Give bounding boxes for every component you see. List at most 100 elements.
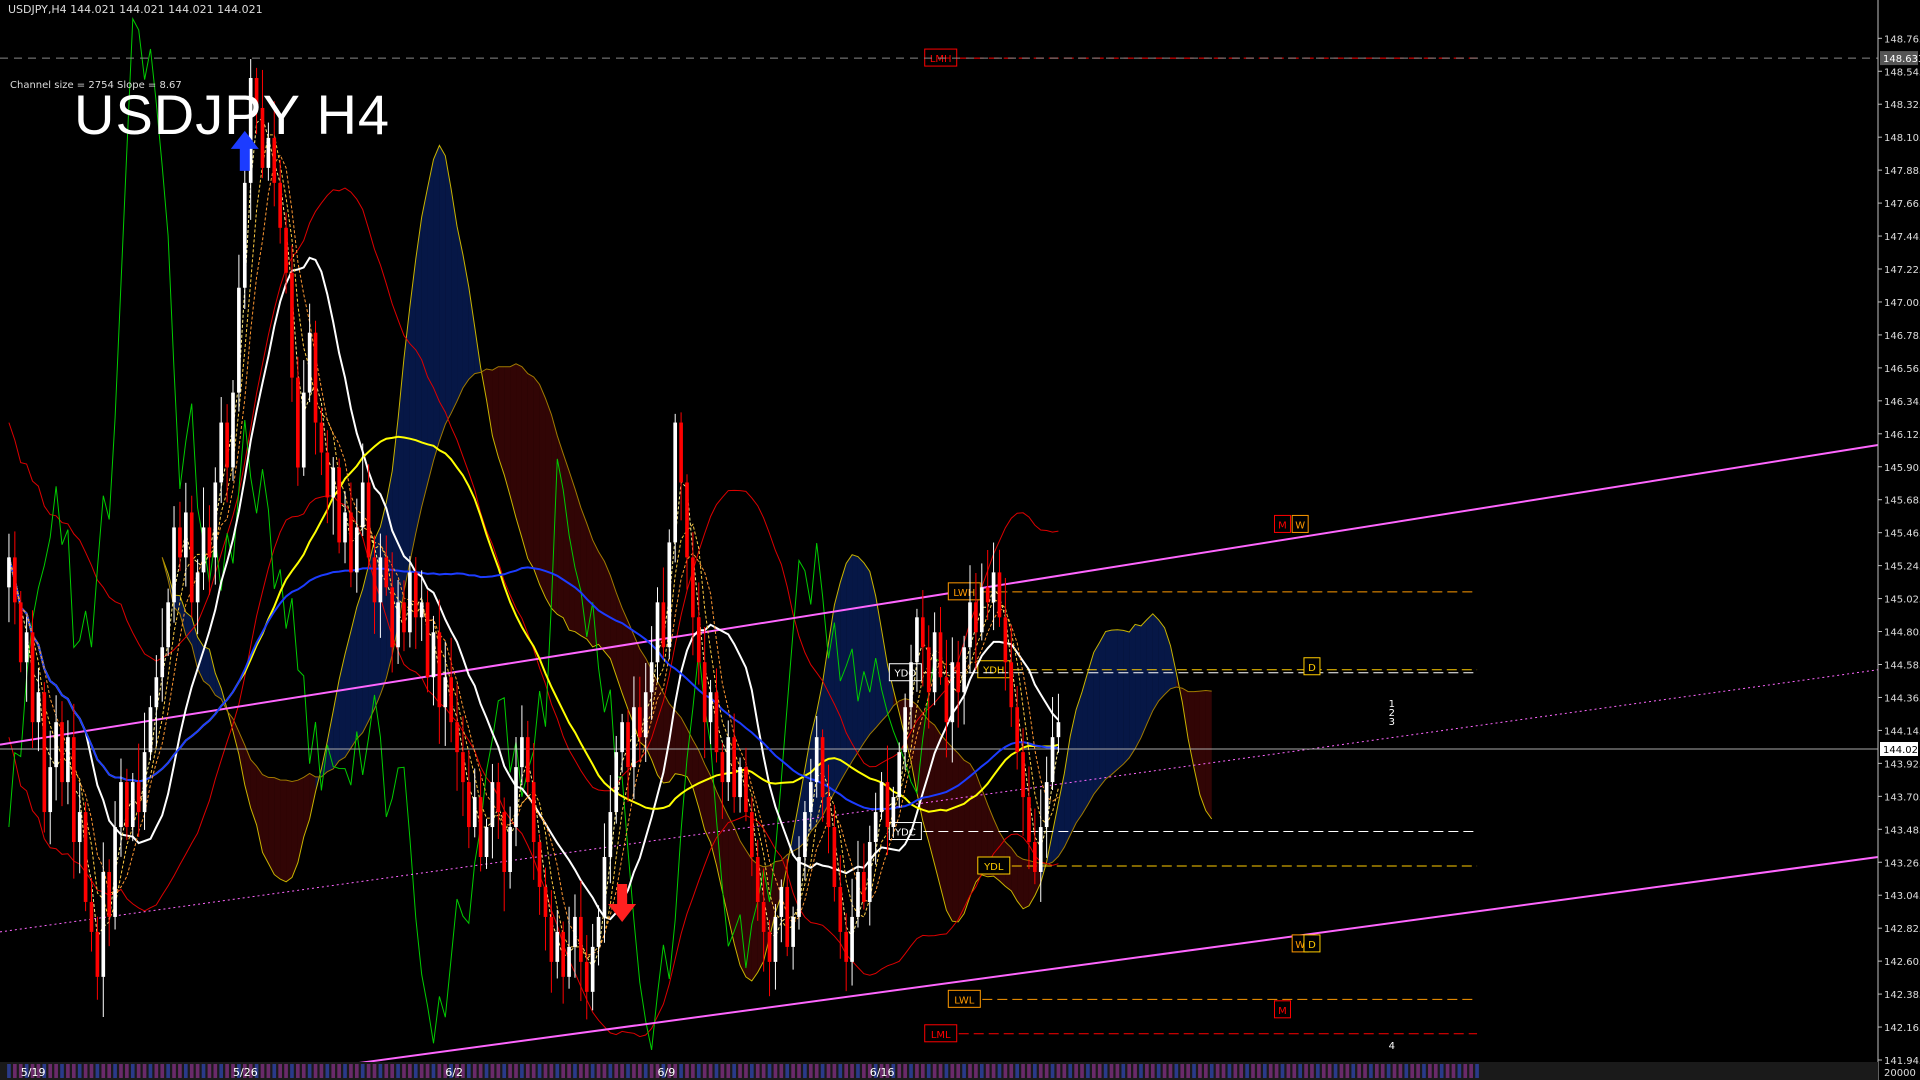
candle-body [1033,842,1037,872]
cloud-segment [521,366,528,559]
volume-bar [7,1064,11,1078]
volume-bar [785,1064,790,1078]
price-tick-label: 142.825 [1884,924,1920,935]
candle-body [773,916,778,962]
candle-body [419,602,424,618]
time-tick-label: 6/16 [870,1066,895,1079]
volume-bar [325,1064,330,1078]
volume-bar [107,1064,112,1078]
candle-body [685,482,689,558]
volume-bar [814,1064,819,1078]
candle-body [673,422,678,543]
candle-body [402,602,406,633]
volume-bar [1080,1064,1084,1078]
candle-body [490,782,495,828]
volume-bar [732,1064,736,1078]
volume-bar [1292,1064,1297,1078]
volume-bar [1339,1064,1344,1078]
cloud-segment [527,373,534,569]
volume-bar [555,1064,560,1078]
candle-body [761,901,766,932]
volume-bar [915,1064,919,1078]
volume-bar [408,1064,412,1078]
volume-bar [1150,1064,1155,1078]
volume-bar [396,1064,400,1078]
candle-body [24,632,29,663]
candle-body [231,392,235,468]
volume-bar [1469,1064,1473,1078]
candle-body [602,857,607,917]
candle-body [520,737,524,768]
candle-body [1015,707,1019,753]
candle-body [366,482,371,558]
cloud-segment [563,453,570,631]
volume-bar [844,1064,849,1078]
candle-body [797,857,801,917]
cloud-segment [433,145,440,461]
volume-bar [1274,1064,1279,1078]
price-chart[interactable]: LMHLWHYDHYDOYDCYDLLWLLML M WDW DM1234 148.… [0,0,1920,1080]
candle-body [938,632,943,678]
cloud-segment [1023,859,1029,909]
candle-body [107,871,112,917]
volume-bar [101,1064,106,1078]
volume-bar [378,1064,383,1078]
current-price-label: 144.021 [1883,745,1920,756]
volume-bar [1463,1064,1468,1078]
candle-body [968,602,972,648]
volume-bar [1221,1064,1226,1078]
candle-body [620,722,624,753]
candle-body [661,602,666,648]
volume-bar [1068,1064,1073,1078]
candle-body [396,602,400,648]
volume-bar [856,1064,860,1078]
candle-body [343,512,347,543]
candle-body [985,587,990,603]
side-marker-label: W [1295,520,1305,531]
candle-body [325,452,330,498]
cloud-segment [203,646,210,686]
cloud-segment [427,159,434,484]
volume-bar [413,1064,418,1078]
candle-body [60,722,64,783]
candle-body [237,287,241,393]
volume-bar [590,1064,595,1078]
cloud-segment [374,526,381,709]
price-tick-label: 143.705 [1884,792,1920,803]
candle-body [213,482,218,558]
price-tick-label: 146.345 [1884,397,1920,408]
candle-body [974,602,978,633]
volume-bar [496,1064,501,1078]
candle-body [337,467,341,543]
volume-bar [83,1064,88,1078]
volume-bar [1215,1064,1220,1078]
volume-bar [738,1064,742,1078]
volume-bar [54,1064,58,1078]
volume-bar [349,1064,353,1078]
candle-body [1038,827,1043,872]
volume-bar [213,1064,218,1078]
cloud-segment [1099,631,1106,787]
volume-bar [1198,1064,1202,1078]
cloud-segment [1117,629,1124,770]
volume-bar [791,1064,795,1078]
candle-body [814,737,819,783]
volume-bar [531,1064,536,1078]
cloud-segment [362,565,369,733]
price-tick-label: 145.025 [1884,595,1920,606]
volume-bar [419,1064,424,1078]
volume-bar [1056,1064,1061,1078]
volume-bar [543,1064,548,1078]
volume-bar [1103,1064,1108,1078]
volume-bar [1038,1064,1043,1078]
candle-body [567,946,571,977]
candle-body [66,737,70,783]
volume-bar [720,1064,725,1078]
volume-bar [1386,1064,1391,1078]
candle-body [549,916,554,962]
time-tick-label: 5/26 [233,1066,258,1079]
candle-body [944,677,949,723]
volume-bar [897,1064,902,1078]
volume-bar [750,1064,754,1078]
volume-bar [1398,1064,1403,1078]
